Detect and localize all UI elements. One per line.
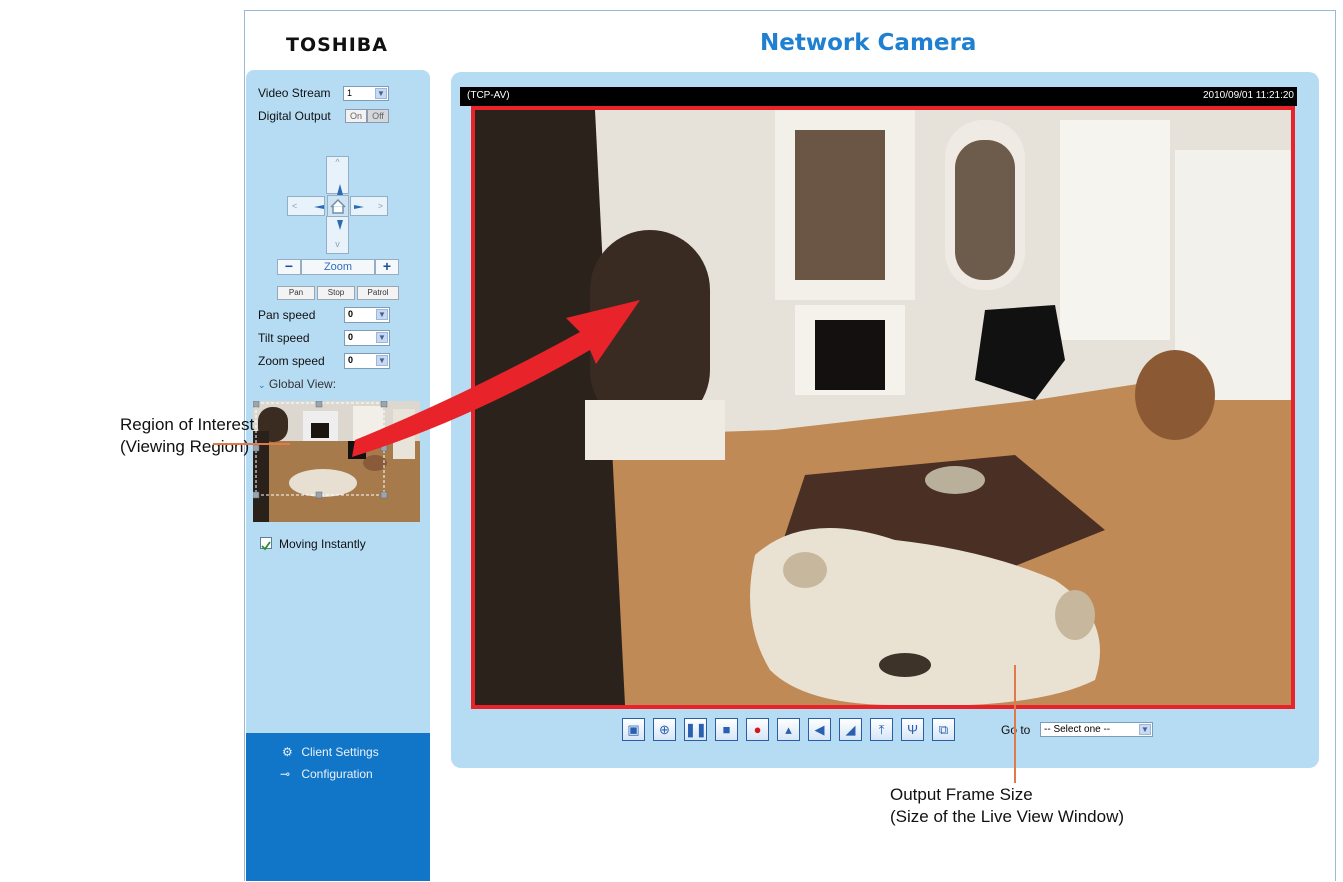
page-title: Network Camera xyxy=(760,30,977,56)
configuration-label: Configuration xyxy=(301,767,373,781)
zoom-out-button[interactable]: − xyxy=(277,259,301,275)
record-icon: ● xyxy=(753,722,762,737)
protocol-text: (TCP-AV) xyxy=(467,90,510,101)
digital-output-on-button[interactable]: On xyxy=(345,109,367,123)
pause-button[interactable]: ❚❚ xyxy=(684,718,707,741)
chevron-down-icon: ▼ xyxy=(376,355,388,366)
brand-logo: TOSHIBA xyxy=(286,34,388,56)
timestamp-text: 2010/09/01 11:21:20 xyxy=(1202,90,1294,101)
zoom-label: Zoom xyxy=(301,259,375,275)
digital-zoom-button[interactable]: ⊕ xyxy=(653,718,676,741)
fullscreen-button[interactable]: ⧉ xyxy=(932,718,955,741)
tilt-speed-value: 0 xyxy=(348,332,354,342)
chevron-down-icon: ▼ xyxy=(1139,724,1151,735)
mute-button[interactable]: ◀ xyxy=(808,718,831,741)
roi-annotation: Region of Interest (Viewing Region) xyxy=(120,414,254,458)
pan-left-glyph: < xyxy=(292,201,298,211)
patrol-button[interactable]: Patrol xyxy=(357,286,399,300)
pan-button[interactable]: Pan xyxy=(277,286,315,300)
moving-instantly-label: Moving Instantly xyxy=(279,537,366,551)
zoom-label-text: Zoom xyxy=(323,261,353,273)
checkmark-icon xyxy=(261,541,271,551)
pause-icon: ❚❚ xyxy=(685,722,707,737)
pan-speed-select[interactable]: 0 ▼ xyxy=(344,307,390,323)
snapshot-button[interactable]: ▣ xyxy=(622,718,645,741)
zoom-speed-value: 0 xyxy=(348,355,354,365)
goto-label: Go to xyxy=(1001,723,1031,737)
video-stream-select[interactable]: 1 ▼ xyxy=(343,86,389,101)
video-stream-value: 1 xyxy=(347,88,353,98)
zoom-plus-glyph: + xyxy=(382,258,392,274)
video-info-bar: (TCP-AV) 2010/09/01 11:21:20 xyxy=(460,87,1297,106)
talk-icon: ◢ xyxy=(845,722,856,737)
frame-annotation-line2: (Size of the Live View Window) xyxy=(890,807,1125,826)
digital-output-label: Digital Output xyxy=(258,109,331,123)
gear-icon: ⚙ xyxy=(282,745,293,759)
tilt-up-glyph: ^ xyxy=(335,157,340,167)
zoom-speed-select[interactable]: 0 ▼ xyxy=(344,353,390,369)
mute-icon: ◀ xyxy=(814,722,825,737)
pan-speed-label: Pan speed xyxy=(258,308,316,322)
zoom-minus-glyph: − xyxy=(284,258,294,274)
volume-button[interactable]: ▴ xyxy=(777,718,800,741)
microphone-icon: Ψ xyxy=(907,722,918,737)
stop-icon: ■ xyxy=(722,722,731,737)
goto-value: -- Select one -- xyxy=(1044,724,1111,735)
tilt-speed-label: Tilt speed xyxy=(258,331,310,345)
global-view-panorama[interactable] xyxy=(253,401,420,522)
live-video[interactable] xyxy=(471,106,1295,709)
talk-button[interactable]: ◢ xyxy=(839,718,862,741)
configuration-link[interactable]: ⊸ Configuration xyxy=(280,767,373,781)
zoom-in-button[interactable]: + xyxy=(375,259,399,275)
roi-selection-box[interactable] xyxy=(253,401,420,522)
goto-select[interactable]: -- Select one -- ▼ xyxy=(1040,722,1153,737)
live-video-image xyxy=(475,110,1291,705)
wrench-icon: ⊸ xyxy=(280,767,291,781)
video-stream-label: Video Stream xyxy=(258,86,331,100)
microphone-button[interactable]: Ψ xyxy=(901,718,924,741)
chevron-down-icon: ▼ xyxy=(375,88,387,99)
global-view-toggle[interactable]: ⌄ Global View: xyxy=(258,377,336,391)
frame-size-annotation: Output Frame Size (Size of the Live View… xyxy=(890,784,1124,828)
global-view-label: Global View: xyxy=(268,377,337,391)
upload-button[interactable]: ⤒ xyxy=(870,718,893,741)
chevron-down-icon: ▼ xyxy=(376,332,388,343)
zoom-speed-label: Zoom speed xyxy=(258,354,325,368)
tilt-speed-select[interactable]: 0 ▼ xyxy=(344,330,390,346)
snapshot-icon: ▣ xyxy=(627,722,640,737)
ptz-arrows-icon xyxy=(314,184,364,230)
chevron-down-icon: ⌄ xyxy=(258,380,266,390)
roi-annotation-line1: Region of Interest xyxy=(120,415,255,434)
chevron-down-icon: ▼ xyxy=(376,309,388,320)
frame-annotation-line1: Output Frame Size xyxy=(890,785,1033,804)
roi-annotation-line2: (Viewing Region) xyxy=(120,437,250,456)
digital-output-off-button[interactable]: Off xyxy=(367,109,389,123)
record-button[interactable]: ● xyxy=(746,718,769,741)
stop-button[interactable]: Stop xyxy=(317,286,355,300)
client-settings-link[interactable]: ⚙ Client Settings xyxy=(282,745,379,759)
moving-instantly-checkbox[interactable] xyxy=(260,537,272,551)
client-settings-label: Client Settings xyxy=(301,745,379,759)
volume-icon: ▴ xyxy=(785,722,792,737)
upload-icon: ⤒ xyxy=(878,722,885,737)
fullscreen-icon: ⧉ xyxy=(938,722,949,737)
digital-zoom-icon: ⊕ xyxy=(659,722,670,737)
pan-speed-value: 0 xyxy=(348,309,354,319)
stop-video-button[interactable]: ■ xyxy=(715,718,738,741)
